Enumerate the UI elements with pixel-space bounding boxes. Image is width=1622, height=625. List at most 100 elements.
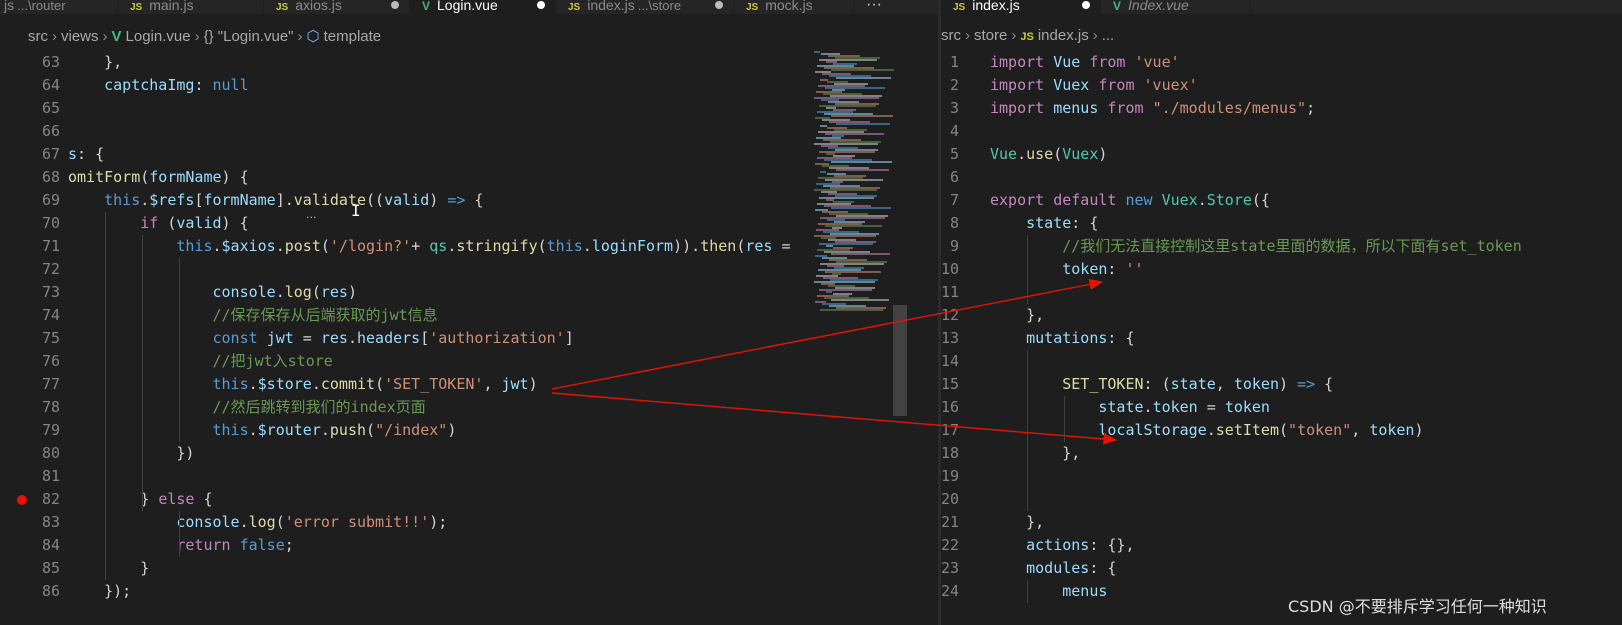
tab-index-js[interactable]: JS index.js ...\store — [556, 0, 734, 14]
line-number: 78 — [41, 398, 60, 416]
breadcrumb-item[interactable]: {} "Login.vue" — [204, 28, 294, 45]
code-token: : — [1107, 260, 1126, 278]
breadcrumb-item[interactable]: src — [28, 28, 48, 45]
code-line: 19 — [941, 465, 1622, 488]
breadcrumb-item[interactable]: template — [324, 28, 382, 45]
code-token: null — [212, 76, 249, 94]
chevron-right-icon: › — [52, 28, 57, 45]
line-number: 15 — [941, 375, 960, 393]
tab-main-js[interactable]: JS main.js — [118, 0, 264, 14]
code-token: localStorage — [990, 421, 1207, 439]
tab-login-vue[interactable]: V Login.vue — [410, 0, 556, 14]
code-line: 83 console.log('error submit!!'); — [0, 511, 938, 534]
tab-index-vue[interactable]: V Index.vue — [1101, 0, 1251, 14]
line-number: 65 — [41, 99, 60, 117]
code-token: ( — [1053, 145, 1063, 163]
code-token: this — [68, 191, 141, 209]
code-token: Vue — [990, 145, 1018, 163]
vue-file-icon: V — [111, 28, 122, 45]
line-number: 16 — [941, 398, 960, 416]
tab-js[interactable]: js ...\router — [0, 0, 118, 14]
code-token: 'SET_TOKEN' — [384, 375, 484, 393]
code-token: }, — [68, 53, 123, 71]
code-token: , — [1215, 375, 1234, 393]
line-number: 14 — [941, 352, 960, 370]
breadcrumb-item[interactable]: src — [941, 27, 961, 44]
code-token: if — [68, 214, 159, 232]
code-token: . — [311, 375, 321, 393]
code-text: mutations: { — [990, 327, 1134, 350]
code-token: $refs — [149, 191, 195, 209]
minimap-line — [831, 115, 893, 117]
code-line: 75 const jwt = res.headers['authorizatio… — [0, 327, 938, 350]
code-line: 10 token: '' — [941, 258, 1622, 281]
breadcrumb-item[interactable]: ... — [1102, 27, 1115, 44]
code-text: export default new Vuex.Store({ — [990, 189, 1270, 212]
line-number: 5 — [949, 145, 959, 163]
code-text: state: { — [990, 212, 1098, 235]
code-token: + — [411, 237, 430, 255]
code-text: s: { — [68, 143, 104, 166]
breadcrumb-item[interactable]: store — [974, 27, 1007, 44]
code-token: Store — [1206, 191, 1252, 209]
code-token: = — [772, 237, 791, 255]
code-token: ({ — [1251, 191, 1270, 209]
code-token: state — [990, 214, 1072, 232]
code-token: //把jwt入store — [68, 352, 333, 370]
tab-index-js[interactable]: JS index.js — [941, 0, 1101, 14]
code-token: this — [68, 421, 249, 439]
breakpoint-icon[interactable] — [17, 495, 27, 505]
tab-axios-js[interactable]: JS axios.js — [264, 0, 410, 14]
code-token: . — [140, 191, 150, 209]
code-token: . — [239, 513, 249, 531]
code-token: then — [700, 237, 737, 255]
code-line: 76 //把jwt入store — [0, 350, 938, 373]
breadcrumb-item[interactable]: views — [61, 28, 99, 45]
line-number: 79 — [41, 421, 60, 439]
code-text: import menus from "./modules/menus"; — [990, 97, 1315, 120]
code-token: from — [1107, 99, 1144, 117]
code-token: const — [68, 329, 258, 347]
code-token: Vuex — [1062, 145, 1099, 163]
code-text: return false; — [68, 534, 293, 557]
code-line: 14 — [941, 350, 1622, 373]
unsaved-dot-icon[interactable] — [1082, 1, 1090, 9]
code-token: res — [320, 283, 348, 301]
code-token: ) — [528, 375, 538, 393]
line-number: 67 — [41, 145, 60, 163]
left-minimap[interactable] — [806, 51, 906, 625]
right-code-editor[interactable]: 1 import Vue from 'vue' 2 import Vuex from … — [941, 51, 1622, 625]
unsaved-dot-icon[interactable] — [391, 1, 399, 9]
code-text: //把jwt入store — [68, 350, 333, 373]
code-token: ) — [1279, 375, 1298, 393]
code-line: 17 localStorage.setItem("token", token) — [941, 419, 1622, 442]
code-token: import — [990, 76, 1045, 94]
breadcrumb-item[interactable]: Login.vue — [126, 28, 191, 45]
minimap-line — [836, 123, 890, 125]
code-token: (( — [366, 191, 385, 209]
code-line: 7 export default new Vuex.Store({ — [941, 189, 1622, 212]
code-text: const jwt = res.headers['authorization'] — [68, 327, 573, 350]
code-text: Vue.use(Vuex) — [990, 143, 1107, 166]
breadcrumb-item[interactable]: index.js — [1038, 27, 1089, 44]
code-token: export — [990, 191, 1045, 209]
minimap-line — [831, 69, 894, 71]
unsaved-dot-icon[interactable] — [715, 1, 723, 9]
left-scrollbar-thumb[interactable] — [893, 305, 907, 416]
unsaved-dot-icon[interactable] — [537, 1, 545, 9]
left-code-editor[interactable]: 63 }, 64 captchaImg: null 65 66 67 s: {68 omit… — [0, 51, 938, 625]
code-text: localStorage.setItem("token", token) — [990, 419, 1423, 442]
tab-mock-js[interactable]: JS mock.js — [734, 0, 854, 14]
line-number: 75 — [41, 329, 60, 347]
line-number: 83 — [41, 513, 60, 531]
right-breadcrumb: src › store › JS index.js ›... — [941, 27, 1622, 51]
code-token: jwt — [501, 375, 529, 393]
code-line: 6 — [941, 166, 1622, 189]
more-actions-icon[interactable]: ··· — [866, 0, 882, 14]
code-token: jwt — [266, 329, 294, 347]
line-number: 84 — [41, 536, 60, 554]
code-token: from — [1098, 76, 1135, 94]
code-token: ) — [1098, 145, 1108, 163]
code-token: captchaImg — [68, 76, 195, 94]
